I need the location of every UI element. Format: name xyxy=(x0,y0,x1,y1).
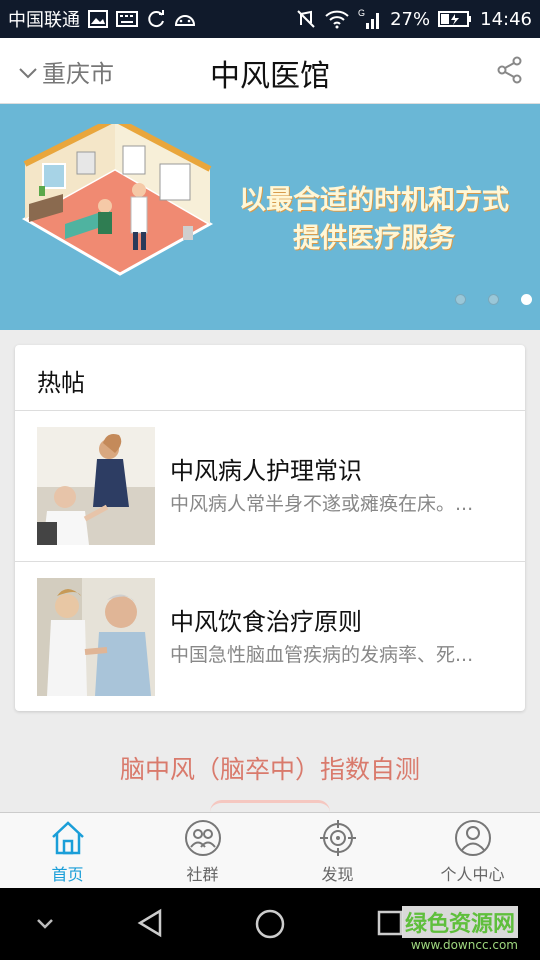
post-title: 中风饮食治疗原则 xyxy=(170,608,362,636)
home-icon xyxy=(51,821,84,855)
post-thumbnail xyxy=(37,427,155,545)
tab-profile[interactable]: 个人中心 xyxy=(405,813,540,888)
back-icon[interactable] xyxy=(136,908,164,942)
bottom-tab-bar: 首页 社群 发现 个人中心 xyxy=(0,812,540,888)
tab-discover[interactable]: 发现 xyxy=(270,813,405,888)
banner-line-2: 提供医疗服务 xyxy=(293,223,455,254)
banner-line-1: 以最合适的时机和方式 xyxy=(239,185,509,216)
carousel-dot-active[interactable] xyxy=(521,294,532,305)
watermark-url: www.downcc.com xyxy=(410,938,518,952)
tab-community[interactable]: 社群 xyxy=(135,813,270,888)
discover-icon xyxy=(319,820,356,856)
clock: 14:46 xyxy=(480,8,532,30)
status-bar: 中国联通 G 27% 14:46 xyxy=(0,0,540,38)
hot-posts-card: 热帖 中风病人护理常识 中风病人常半身不遂或瘫痪在床。... 中风饮食治疗原则 … xyxy=(15,345,525,711)
profile-icon xyxy=(454,820,491,856)
post-item[interactable]: 中风饮食治疗原则 中国急性脑血管疾病的发病率、死... xyxy=(15,561,525,711)
wifi-icon xyxy=(324,9,350,29)
chevron-down-icon xyxy=(18,58,38,86)
post-summary: 中国急性脑血管疾病的发病率、死... xyxy=(170,644,474,666)
city-selector[interactable]: 重庆市 xyxy=(18,54,114,89)
tab-label: 个人中心 xyxy=(440,865,505,884)
watermark: 绿色资源网 www.downcc.com xyxy=(401,906,518,952)
home-nav-icon[interactable] xyxy=(254,908,286,944)
clinic-illustration xyxy=(21,124,214,276)
carousel-dot[interactable] xyxy=(455,294,466,305)
carrier-label: 中国联通 xyxy=(8,10,80,31)
watermark-title: 绿色资源网 xyxy=(401,906,518,938)
post-summary: 中风病人常半身不遂或瘫痪在床。... xyxy=(170,493,474,515)
sync-icon xyxy=(146,9,166,29)
app-header: 重庆市 中风医馆 xyxy=(0,38,540,104)
android-icon xyxy=(174,11,196,27)
stroke-self-test-link[interactable]: 脑中风（脑卒中）指数自测 xyxy=(0,750,540,786)
svg-text:G: G xyxy=(358,8,365,18)
promo-banner[interactable]: 以最合适的时机和方式 提供医疗服务 xyxy=(0,104,540,330)
battery-percent: 27% xyxy=(390,8,431,30)
post-thumbnail xyxy=(37,578,155,696)
hide-keyboard-icon[interactable] xyxy=(34,908,56,942)
share-icon[interactable] xyxy=(496,56,524,84)
recents-icon[interactable] xyxy=(376,908,404,942)
tab-home[interactable]: 首页 xyxy=(0,813,135,888)
decorative-arc xyxy=(210,800,330,812)
community-icon xyxy=(184,820,221,856)
carousel-indicator xyxy=(455,294,532,305)
post-title: 中风病人护理常识 xyxy=(170,457,362,485)
banner-slogan: 以最合适的时机和方式 提供医疗服务 xyxy=(214,182,534,258)
city-label: 重庆市 xyxy=(42,60,114,88)
image-icon xyxy=(88,10,108,28)
carousel-dot[interactable] xyxy=(488,294,499,305)
post-item[interactable]: 中风病人护理常识 中风病人常半身不遂或瘫痪在床。... xyxy=(15,411,525,561)
mute-icon xyxy=(296,9,316,29)
system-nav-bar: 绿色资源网 www.downcc.com xyxy=(0,888,540,960)
hot-posts-heading: 热帖 xyxy=(15,345,525,411)
battery-icon xyxy=(438,10,472,28)
keyboard-icon xyxy=(116,11,138,27)
tab-label: 社群 xyxy=(186,865,219,884)
tab-label: 发现 xyxy=(321,865,354,884)
signal-icon: G xyxy=(358,8,382,30)
tab-label: 首页 xyxy=(51,865,84,884)
